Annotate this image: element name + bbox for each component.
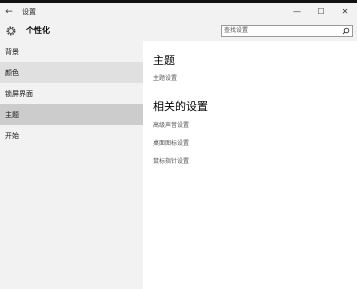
header: 个性化 (0, 20, 357, 41)
page-title: 个性化 (26, 26, 50, 35)
minimize-button[interactable]: — (285, 3, 309, 20)
sidebar-item-label: 主题 (5, 110, 19, 119)
title-bar: ← 设置 — ☐ ✕ (0, 3, 357, 20)
related-settings-title: 相关的设置 (153, 100, 208, 113)
section-title: 主题 (153, 54, 175, 67)
sidebar: 背景 颜色 锁屏界面 主题 开始 (0, 41, 143, 289)
sidebar-item-label: 颜色 (5, 68, 19, 77)
sidebar-item-themes[interactable]: 主题 (0, 104, 143, 125)
sidebar-item-colors[interactable]: 颜色 (0, 62, 143, 83)
sidebar-item-background[interactable]: 背景 (0, 41, 143, 62)
sidebar-item-lock-screen[interactable]: 锁屏界面 (0, 83, 143, 104)
advanced-sound-settings-link[interactable]: 高级声音设置 (153, 120, 189, 129)
search-input[interactable] (222, 25, 340, 36)
gear-icon (5, 25, 17, 37)
main-content: 主题 主题设置 相关的设置 高级声音设置 桌面图标设置 鼠标指针设置 (143, 41, 357, 289)
search-box[interactable] (221, 24, 353, 37)
theme-settings-link[interactable]: 主题设置 (153, 73, 177, 82)
close-button[interactable]: ✕ (333, 3, 357, 20)
desktop-icon-settings-link[interactable]: 桌面图标设置 (153, 138, 189, 147)
sidebar-item-label: 锁屏界面 (5, 89, 33, 98)
mouse-pointer-settings-link[interactable]: 鼠标指针设置 (153, 156, 189, 165)
sidebar-item-label: 背景 (5, 47, 19, 56)
maximize-button[interactable]: ☐ (309, 3, 333, 20)
sidebar-item-label: 开始 (5, 131, 19, 140)
window-title: 设置 (22, 7, 36, 16)
window-controls: — ☐ ✕ (285, 3, 357, 20)
back-button[interactable]: ← (0, 3, 18, 20)
search-icon[interactable] (340, 27, 352, 35)
sidebar-item-start[interactable]: 开始 (0, 125, 143, 146)
